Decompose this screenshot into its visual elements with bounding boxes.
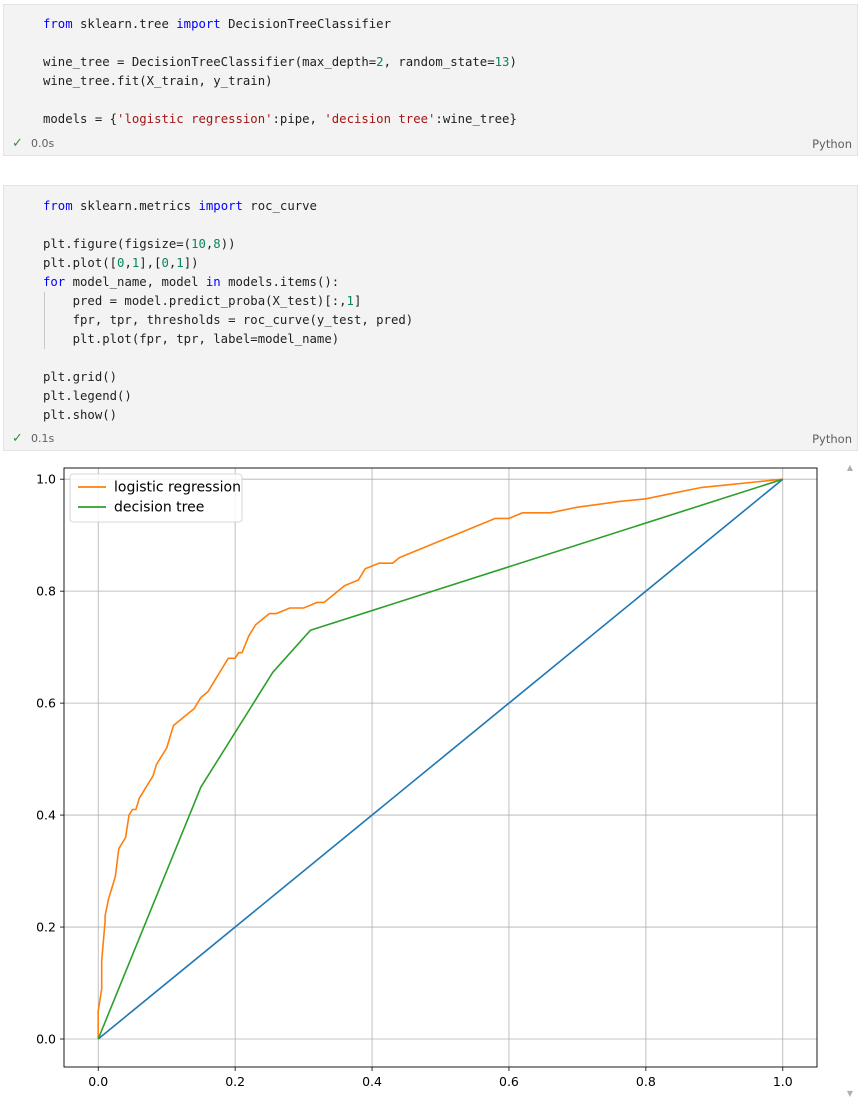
code-token: model_name, model bbox=[65, 275, 206, 289]
check-icon: ✓ bbox=[12, 431, 23, 446]
code-token: 'logistic regression' bbox=[117, 112, 273, 126]
code-line: from sklearn.tree import DecisionTreeCla… bbox=[43, 15, 517, 34]
code-line: fpr, tpr, thresholds = roc_curve(y_test,… bbox=[43, 311, 414, 330]
y-tick-label: 0.0 bbox=[36, 1032, 56, 1047]
code-token: 13 bbox=[494, 55, 510, 69]
code-token: sklearn.tree bbox=[72, 17, 177, 31]
code-token: import bbox=[176, 17, 221, 31]
code-token: 8 bbox=[213, 237, 221, 251]
code-cell-1[interactable]: from sklearn.tree import DecisionTreeCla… bbox=[3, 4, 858, 156]
cell-output: 0.0 0.2 0.4 0.6 0.8 1.0 0.0 0.2 0.4 0.6 0.8 1.0 logi… bbox=[0, 455, 865, 1104]
code-token: ) bbox=[509, 55, 517, 69]
cell-status-bar: ✓ 0.1s Python bbox=[4, 428, 857, 450]
indent-guide bbox=[44, 292, 45, 349]
y-tick-label: 0.2 bbox=[36, 920, 56, 935]
language-label[interactable]: Python bbox=[812, 137, 852, 151]
code-token: plt.plot(fpr, tpr, label=model_name) bbox=[43, 332, 340, 346]
code-token: models.items(): bbox=[220, 275, 340, 289]
language-label[interactable]: Python bbox=[812, 432, 852, 446]
code-token: plt.figure(figsize=( bbox=[43, 237, 192, 251]
code-line: plt.legend() bbox=[43, 387, 413, 406]
roc-chart: 0.0 0.2 0.4 0.6 0.8 1.0 0.0 0.2 0.4 0.6 0.8 1.0 logi… bbox=[36, 467, 818, 1089]
x-tick-label: 0.6 bbox=[499, 1074, 519, 1089]
code-token: pred = model.predict_proba(X_test)[:, bbox=[43, 294, 347, 308]
code-token: wine_tree.fit(X_train, y_train) bbox=[43, 74, 273, 88]
x-tick-label: 0.2 bbox=[225, 1074, 245, 1089]
code-token: models = { bbox=[43, 112, 118, 126]
code-token: import bbox=[198, 199, 243, 213]
code-line: models = {'logistic regression':pipe, 'd… bbox=[43, 110, 517, 129]
check-icon: ✓ bbox=[12, 136, 23, 151]
legend-label: logistic regression bbox=[114, 480, 241, 496]
scroll-down-icon[interactable]: ▼ bbox=[847, 1089, 853, 1098]
code-token: DecisionTreeClassifier bbox=[220, 17, 391, 31]
legend: logistic regression decision tree bbox=[69, 473, 243, 523]
code-token: wine_tree = DecisionTreeClassifier(max_d… bbox=[43, 55, 377, 69]
code-token: ],[ bbox=[139, 256, 162, 270]
code-token: plt.plot([ bbox=[43, 256, 118, 270]
code-line: pred = model.predict_proba(X_test)[:,1] bbox=[43, 292, 413, 311]
code-token: :wine_tree} bbox=[435, 112, 517, 126]
code-token: from bbox=[43, 17, 73, 31]
code-line: for model_name, model in models.items(): bbox=[43, 273, 413, 292]
code-line: plt.plot([0,1],[0,1]) bbox=[43, 254, 413, 273]
y-tick-label: 0.8 bbox=[36, 584, 56, 599]
y-tick-label: 0.4 bbox=[36, 808, 56, 823]
code-token: ] bbox=[353, 294, 362, 308]
code-token: in bbox=[205, 275, 221, 289]
code-token: )) bbox=[220, 237, 236, 251]
code-token: 1 bbox=[346, 294, 354, 308]
execution-time: 0.1s bbox=[31, 432, 55, 445]
code-token: plt.grid() bbox=[43, 370, 118, 384]
code-token: 0 bbox=[161, 256, 169, 270]
x-tick-label: 0.0 bbox=[88, 1074, 108, 1089]
x-tick-label: 1.0 bbox=[773, 1074, 793, 1089]
code-line: plt.grid() bbox=[43, 368, 413, 387]
code-token: 1 bbox=[176, 256, 184, 270]
x-tick-label: 0.4 bbox=[362, 1074, 382, 1089]
execution-time: 0.0s bbox=[31, 137, 55, 150]
code-editor[interactable]: from sklearn.tree import DecisionTreeCla… bbox=[43, 15, 517, 129]
code-line: wine_tree = DecisionTreeClassifier(max_d… bbox=[43, 53, 517, 72]
cell-status-bar: ✓ 0.0s Python bbox=[4, 133, 857, 155]
code-token: fpr, tpr, thresholds = roc_curve(y_test,… bbox=[43, 313, 414, 327]
legend-label: decision tree bbox=[114, 500, 204, 516]
y-tick-label: 0.6 bbox=[36, 696, 56, 711]
code-token: plt.legend() bbox=[43, 389, 132, 403]
code-token: :pipe, bbox=[272, 112, 325, 126]
code-editor[interactable]: from sklearn.metrics import roc_curve pl… bbox=[43, 197, 413, 425]
code-token: sklearn.metrics bbox=[72, 199, 199, 213]
code-token: , random_state= bbox=[383, 55, 495, 69]
code-token: from bbox=[43, 199, 73, 213]
code-token: 10 bbox=[191, 237, 206, 251]
code-token: plt.show() bbox=[43, 408, 118, 422]
y-tick-label: 1.0 bbox=[36, 472, 56, 487]
code-token: roc_curve bbox=[242, 199, 317, 213]
code-token: 'decision tree' bbox=[324, 112, 436, 126]
code-token: 2 bbox=[376, 55, 384, 69]
code-line: plt.plot(fpr, tpr, label=model_name) bbox=[43, 330, 413, 349]
code-token: for bbox=[43, 275, 66, 289]
scroll-up-icon[interactable]: ▲ bbox=[847, 463, 853, 472]
axes-frame bbox=[63, 467, 818, 1068]
code-line: plt.figure(figsize=(10,8)) bbox=[43, 235, 413, 254]
code-line: wine_tree.fit(X_train, y_train) bbox=[43, 72, 517, 91]
code-line: from sklearn.metrics import roc_curve bbox=[43, 197, 413, 216]
code-cell-2[interactable]: from sklearn.metrics import roc_curve pl… bbox=[3, 185, 858, 451]
code-token: ]) bbox=[183, 256, 199, 270]
series-line-0 bbox=[97, 478, 784, 1040]
code-line: plt.show() bbox=[43, 406, 413, 425]
x-tick-label: 0.8 bbox=[636, 1074, 656, 1089]
code-token: , bbox=[124, 256, 132, 270]
